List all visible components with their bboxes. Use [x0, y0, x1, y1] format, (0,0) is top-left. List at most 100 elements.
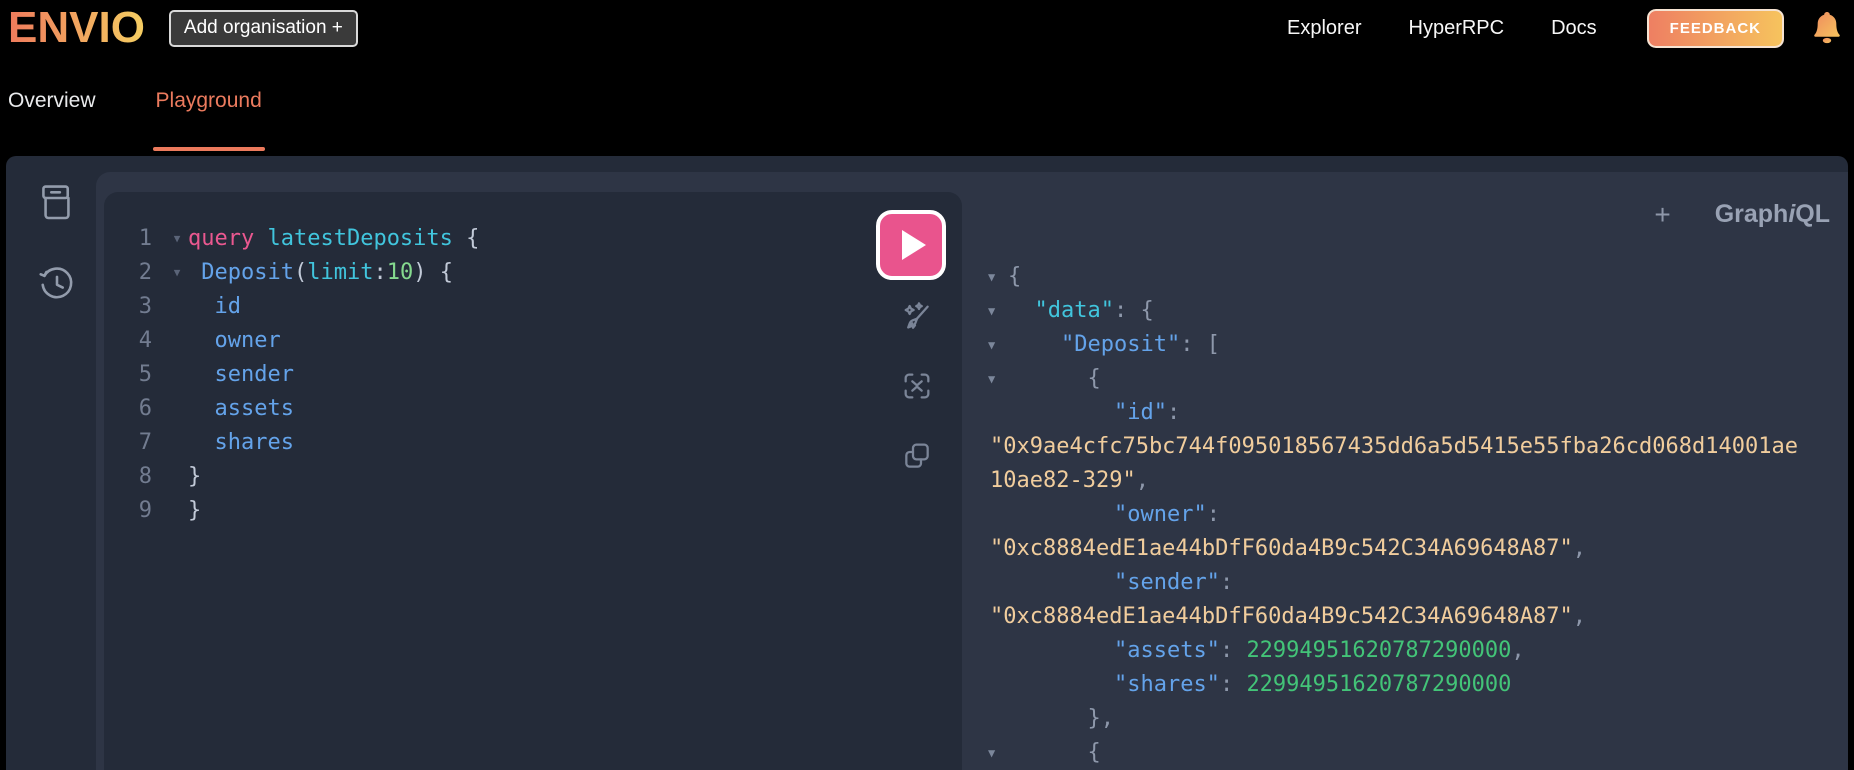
- docs-explorer-icon[interactable]: [37, 183, 77, 223]
- copy-icon[interactable]: [901, 440, 933, 472]
- code-line: 3 id: [104, 290, 962, 324]
- code-line: 2 ▼ Deposit(limit:10) {: [104, 256, 962, 290]
- fold-arrow-icon[interactable]: ▼: [988, 294, 1008, 328]
- code-text: "Deposit": [: [1060, 332, 1220, 357]
- top-header: ENVIO Add organisation + Explorer HyperR…: [0, 0, 1854, 56]
- fold-gutter: [988, 702, 1008, 736]
- fold-gutter: [166, 426, 188, 460]
- line-number: 4: [138, 328, 152, 353]
- graphiql-panel: 1 ▼ query latestDeposits {2 ▼ Deposit(limit…: [6, 156, 1848, 770]
- code-line: 10ae82-329",: [988, 464, 1844, 498]
- fold-gutter: [988, 668, 1008, 702]
- page-tabs: Overview Playground: [0, 56, 1854, 156]
- header-nav: Explorer HyperRPC Docs: [1287, 17, 1597, 40]
- nav-link-hyperrpc[interactable]: HyperRPC: [1409, 17, 1505, 40]
- code-line: "0x9ae4cfc75bc744f095018567435dd6a5d5415…: [988, 430, 1844, 464]
- code-text: "data": {: [1034, 298, 1154, 323]
- code-text: "shares": 22994951620787290000: [1113, 672, 1512, 697]
- execute-query-button[interactable]: [876, 210, 946, 280]
- prettify-icon[interactable]: [901, 300, 933, 332]
- fold-gutter: [988, 396, 1008, 430]
- code-text: query latestDeposits {: [188, 226, 480, 251]
- code-text: },: [1008, 706, 1114, 731]
- fold-arrow-icon[interactable]: ▼: [988, 736, 1008, 770]
- code-line: "id":: [988, 396, 1844, 430]
- fold-arrow-icon[interactable]: ▼: [166, 256, 188, 290]
- add-tab-button[interactable]: +: [1654, 200, 1670, 229]
- code-line: "assets": 22994951620787290000,: [988, 634, 1844, 668]
- code-text: "0xc8884edE1ae44bDfF60da4B9c542C34A69648…: [990, 604, 1587, 629]
- query-editor[interactable]: 1 ▼ query latestDeposits { 2 ▼ Deposit(limit…: [104, 192, 962, 770]
- fold-gutter: [166, 392, 188, 426]
- graphiql-logo-pre: Graph: [1714, 200, 1789, 228]
- code-text: "id":: [1113, 400, 1181, 425]
- fold-arrow-icon[interactable]: ▼: [988, 328, 1008, 362]
- feedback-button[interactable]: FEEDBACK: [1646, 8, 1784, 48]
- line-number: 6: [138, 396, 152, 421]
- history-icon[interactable]: [37, 264, 77, 304]
- fold-gutter: [166, 358, 188, 392]
- line-number: 2: [138, 260, 152, 285]
- fold-arrow-icon[interactable]: ▼: [988, 362, 1008, 396]
- graphiql-logo: GraphiQL: [1715, 200, 1830, 229]
- code-text: assets: [188, 396, 294, 421]
- nav-link-docs[interactable]: Docs: [1551, 17, 1597, 40]
- code-line: ▼ {: [988, 736, 1844, 770]
- code-line: ▼ {: [988, 362, 1844, 396]
- code-text: "assets": 22994951620787290000,: [1113, 638, 1525, 663]
- code-text: Deposit(limit:10) {: [201, 260, 453, 285]
- graphiql-logo-post: QL: [1795, 200, 1830, 228]
- add-organisation-button[interactable]: Add organisation +: [168, 9, 358, 47]
- code-text: "0x9ae4cfc75bc744f095018567435dd6a5d5415…: [990, 434, 1798, 459]
- fold-gutter: [988, 634, 1008, 668]
- code-line: 5 sender: [104, 358, 962, 392]
- code-line: },: [988, 702, 1844, 736]
- fold-gutter: [166, 324, 188, 358]
- merge-fragments-icon[interactable]: [901, 370, 933, 402]
- fold-gutter: [988, 498, 1008, 532]
- graphiql-session: 1 ▼ query latestDeposits {2 ▼ Deposit(limit…: [96, 172, 1848, 770]
- code-text: "owner":: [1113, 502, 1220, 527]
- code-text: 10ae82-329",: [990, 468, 1149, 493]
- fold-gutter: [166, 494, 188, 528]
- code-text: }: [188, 464, 202, 489]
- line-number: 8: [138, 464, 152, 489]
- code-line: ▼ "Deposit": [: [988, 328, 1844, 362]
- code-line: 1 ▼ query latestDeposits {: [104, 222, 962, 256]
- code-text: id: [188, 294, 241, 319]
- fold-arrow-icon[interactable]: ▼: [166, 222, 188, 256]
- code-line: "sender":: [988, 566, 1844, 600]
- fold-arrow-icon[interactable]: ▼: [988, 260, 1008, 294]
- code-line: 7 shares: [104, 426, 962, 460]
- play-icon: [901, 230, 926, 260]
- code-line: "shares": 22994951620787290000: [988, 668, 1844, 702]
- code-text: sender: [188, 362, 294, 387]
- tab-playground[interactable]: Playground: [152, 56, 266, 156]
- code-text: {: [1008, 264, 1022, 289]
- code-line: 9}: [104, 494, 962, 528]
- code-line: "0xc8884edE1ae44bDfF60da4B9c542C34A69648…: [988, 600, 1844, 634]
- envio-logo: ENVIO: [8, 0, 145, 56]
- code-line: 8}: [104, 460, 962, 494]
- tab-overview[interactable]: Overview: [8, 56, 96, 156]
- fold-gutter: [166, 290, 188, 324]
- code-text: "sender":: [1113, 570, 1234, 595]
- response-viewer: ▼{▼ "data": {▼ "Deposit": [▼ { "id": "0x9…: [988, 260, 1844, 770]
- line-number: 9: [138, 498, 152, 523]
- code-line: ▼{: [988, 260, 1844, 294]
- query-editor-code[interactable]: 1 ▼ query latestDeposits { 2 ▼ Deposit(limit…: [104, 222, 962, 528]
- code-line: "owner":: [988, 498, 1844, 532]
- session-header: + GraphiQL: [1654, 200, 1830, 229]
- code-line: ▼ "data": {: [988, 294, 1844, 328]
- fold-gutter: [166, 460, 188, 494]
- code-text: }: [188, 498, 202, 523]
- fold-gutter: [988, 566, 1008, 600]
- bell-icon[interactable]: [1812, 11, 1842, 45]
- code-line: 4 owner: [104, 324, 962, 358]
- line-number: 1: [138, 226, 152, 251]
- line-number: 5: [138, 362, 152, 387]
- code-text: owner: [188, 328, 281, 353]
- code-text: {: [1008, 740, 1101, 765]
- line-number: 7: [138, 430, 152, 455]
- nav-link-explorer[interactable]: Explorer: [1287, 17, 1361, 40]
